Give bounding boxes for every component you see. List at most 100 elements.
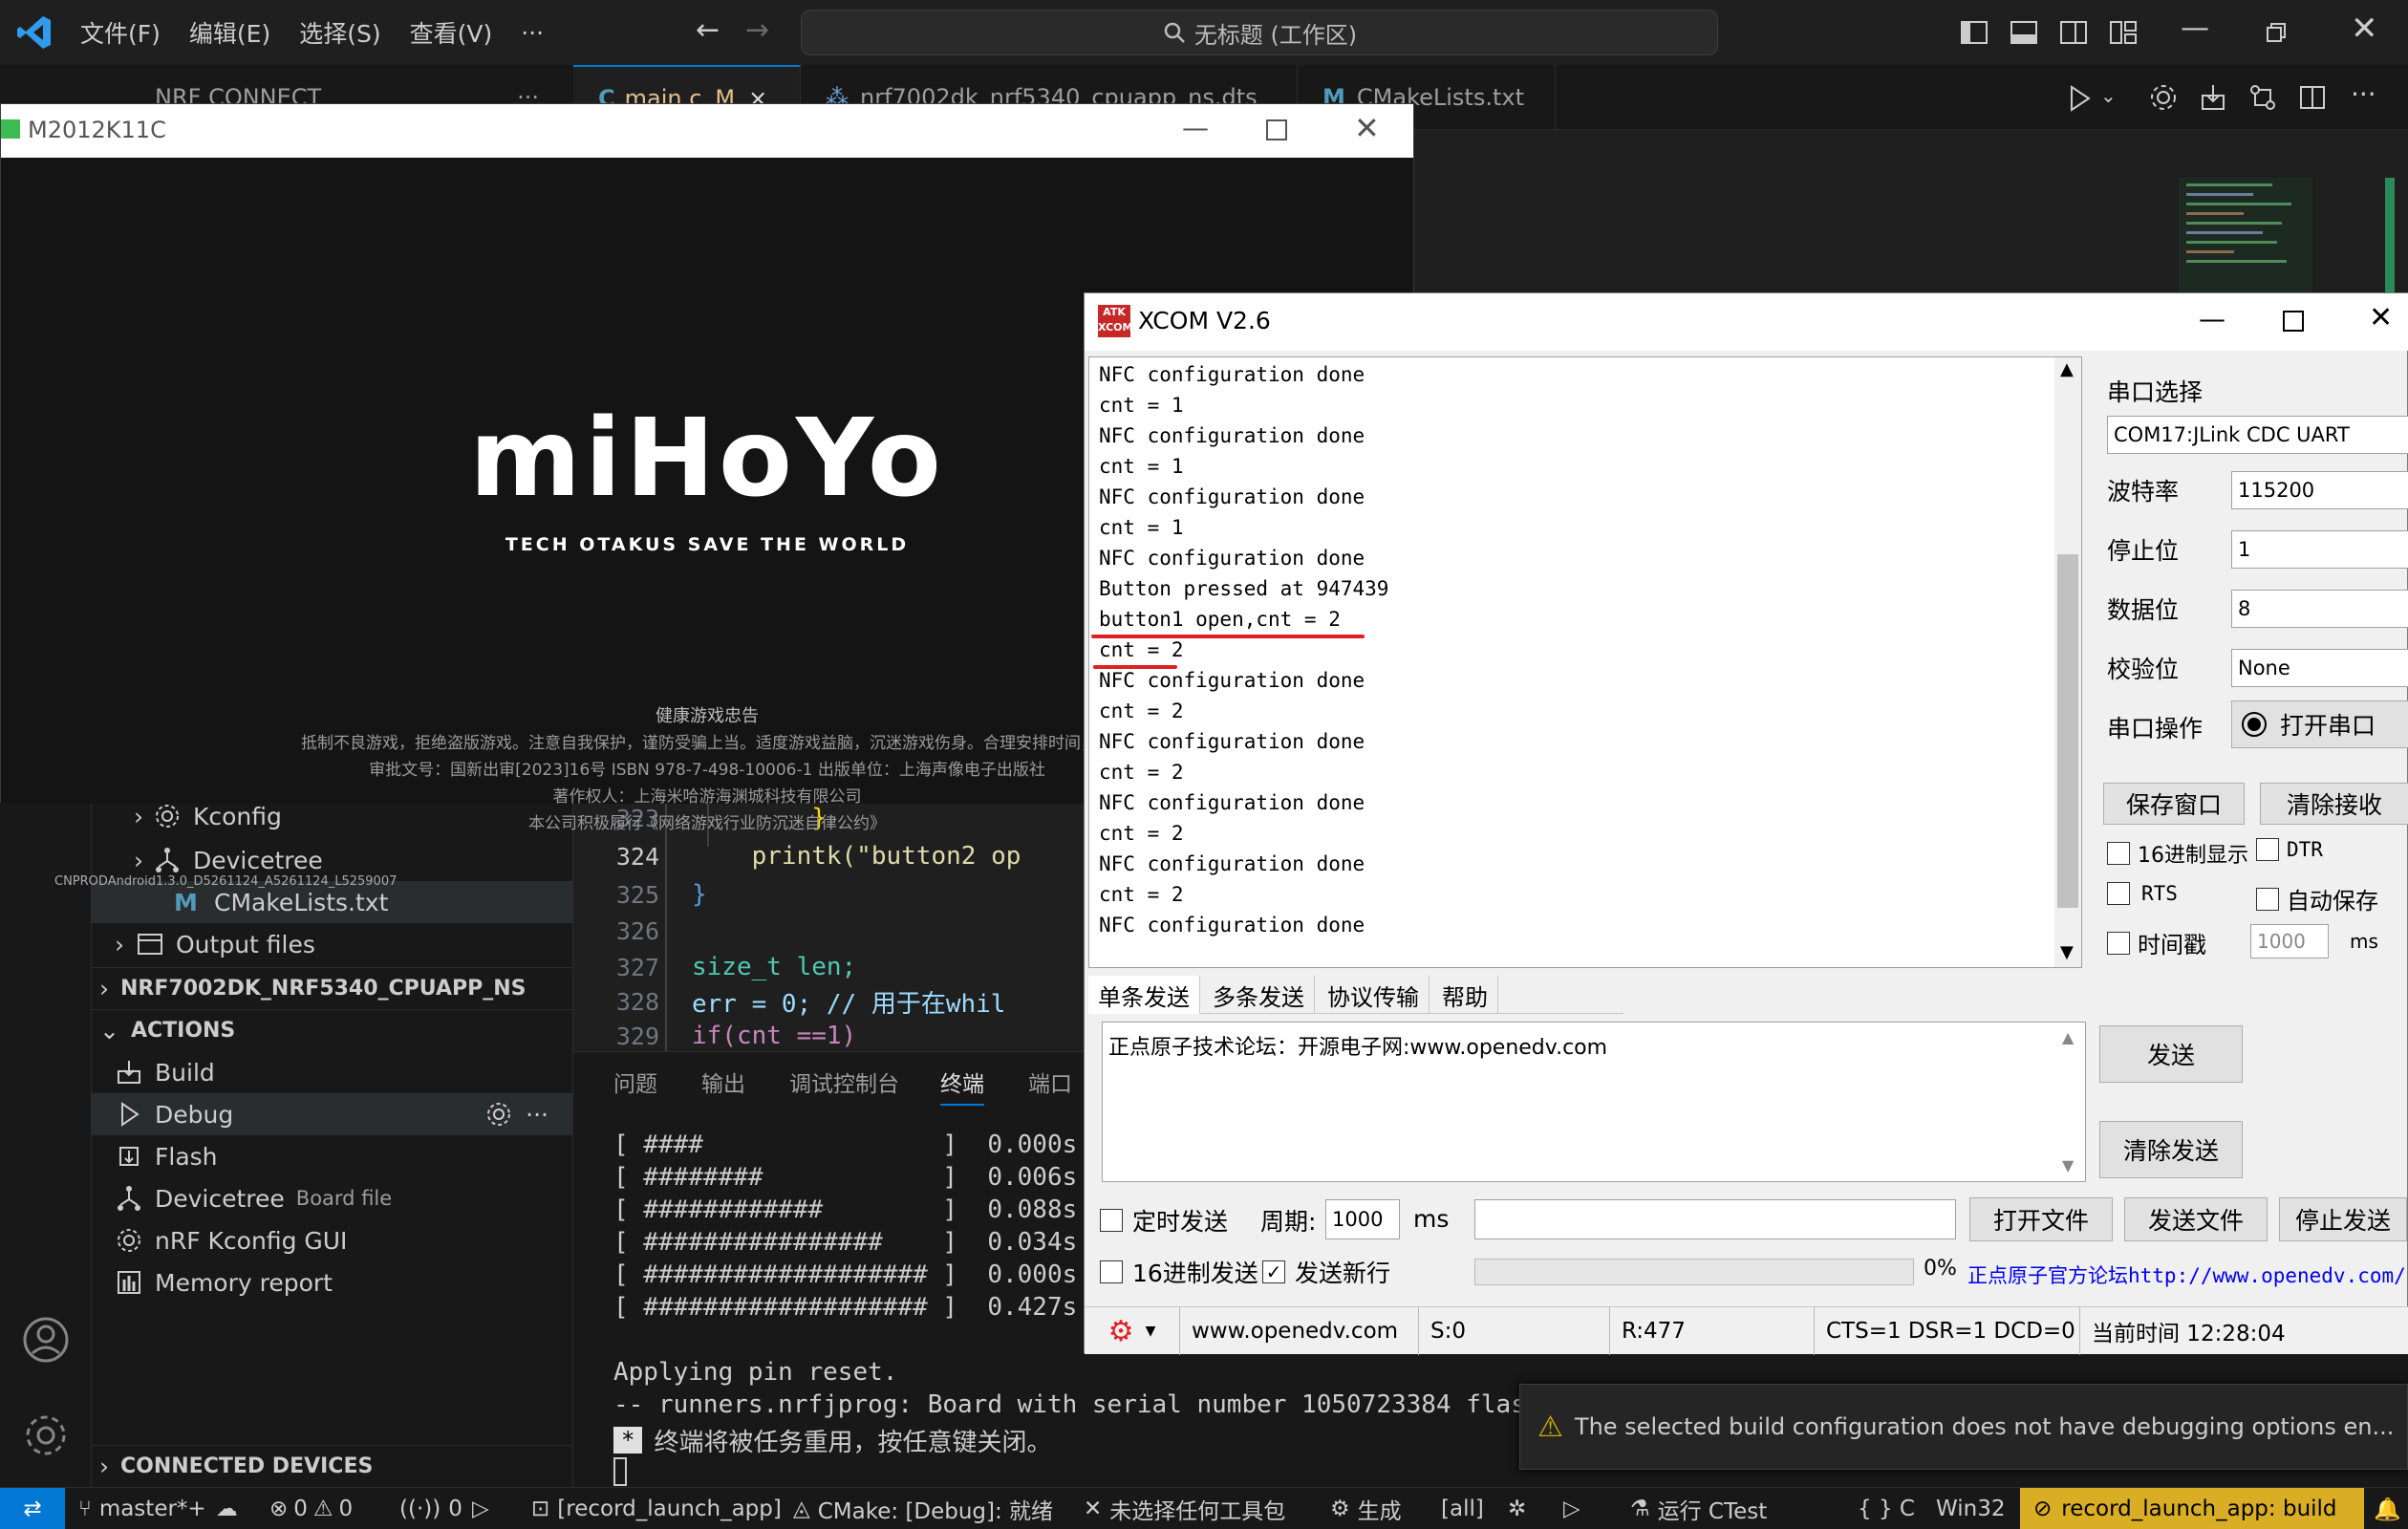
ports-status[interactable]: ((·)) 0 — [399, 1488, 462, 1529]
branch-status[interactable]: ⑂ master*+ ☁ — [78, 1488, 238, 1529]
language-status[interactable]: { } C — [1858, 1488, 1915, 1529]
restore-icon[interactable] — [2265, 21, 2288, 44]
menu-selection[interactable]: 选择(S) — [299, 15, 380, 50]
debug-settings-gear-icon[interactable] — [485, 1101, 512, 1128]
hex-send-checkbox[interactable]: 16进制发送 — [1100, 1255, 1258, 1289]
remote-indicator[interactable]: ⇄ — [0, 1488, 65, 1529]
account-icon[interactable] — [21, 1315, 71, 1365]
forum-link[interactable]: 正点原子官方论坛http://www.openedv.com/ — [1967, 1260, 2406, 1289]
tab-help[interactable]: 帮助 — [1432, 976, 1498, 1014]
manage-gear-icon[interactable] — [21, 1411, 71, 1460]
panel-tab-ports[interactable]: 端口 — [1028, 1066, 1072, 1098]
notification-bell-icon[interactable]: 🔔 — [2374, 1488, 2401, 1529]
baud-select[interactable]: 115200 — [2231, 471, 2408, 509]
scroll-up-icon[interactable]: ▲ — [2062, 1028, 2074, 1046]
panel-tab-terminal[interactable]: 终端 — [940, 1066, 984, 1106]
editor-more-icon[interactable]: ··· — [2351, 78, 2376, 110]
panel-tab-output[interactable]: 输出 — [701, 1066, 745, 1098]
command-center-search[interactable]: 无标题 (工作区) — [801, 10, 1718, 55]
split-editor-icon[interactable] — [2297, 82, 2328, 113]
send-file-button[interactable]: 发送文件 — [2124, 1197, 2268, 1241]
scroll-thumb[interactable] — [2057, 554, 2078, 908]
open-file-button[interactable]: 打开文件 — [1969, 1197, 2113, 1241]
receive-scrollbar[interactable]: ▲ ▼ — [2054, 357, 2081, 967]
file-path-input[interactable] — [1474, 1199, 1956, 1239]
problems-status[interactable]: ⊗ 0 ⚠ 0 — [269, 1488, 353, 1529]
hex-display-checkbox[interactable]: 16进制显示 — [2107, 838, 2248, 869]
port-select[interactable]: COM17:JLink CDC UART — [2107, 416, 2408, 454]
toggle-panel-icon[interactable] — [2007, 15, 2041, 50]
timed-send-checkbox[interactable]: 定时发送 — [1100, 1203, 1228, 1238]
build-status[interactable]: ⚙ 生成 — [1330, 1488, 1402, 1529]
minimize-icon[interactable]: — — [2181, 11, 2209, 45]
actions-section-header[interactable]: ⌄ ACTIONS — [92, 1009, 573, 1051]
dtr-checkbox[interactable]: DTR — [2256, 838, 2323, 861]
status-url[interactable]: www.openedv.com — [1180, 1307, 1419, 1355]
tab-multi-send[interactable]: 多条发送 — [1203, 976, 1315, 1014]
auto-save-checkbox[interactable]: 自动保存 — [2256, 882, 2378, 915]
menu-edit[interactable]: 编辑(E) — [189, 15, 270, 50]
action-flash[interactable]: Flash — [92, 1135, 573, 1177]
period-input[interactable]: 1000 — [1325, 1199, 1400, 1239]
clear-send-button[interactable]: 清除发送 — [2099, 1121, 2243, 1178]
debug-run-icon[interactable]: ▷ — [472, 1488, 489, 1529]
target-all-status[interactable]: [all] — [1441, 1488, 1484, 1529]
minimize-icon[interactable]: — — [2199, 303, 2225, 334]
menu-more[interactable]: ··· — [521, 19, 544, 47]
menu-view[interactable]: 查看(V) — [410, 15, 493, 50]
flash-icon[interactable] — [2198, 82, 2228, 113]
scroll-down-icon[interactable]: ▼ — [2060, 942, 2074, 962]
toggle-secondary-sidebar-icon[interactable] — [2056, 15, 2091, 50]
run-icon[interactable]: ▷ — [1563, 1488, 1580, 1529]
clear-receive-button[interactable]: 清除接收 — [2260, 783, 2408, 825]
sidebar-item-output-files[interactable]: › Output files — [92, 923, 573, 965]
timestamp-interval-input[interactable]: 1000 — [2250, 924, 2329, 958]
send-button[interactable]: 发送 — [2099, 1025, 2243, 1083]
platform-status[interactable]: Win32 — [1936, 1488, 2005, 1529]
notification-toast[interactable]: ⚠ The selected build configuration does … — [1519, 1384, 2408, 1470]
settings-gear-dropdown[interactable]: ⚙ ▼ — [1085, 1307, 1180, 1355]
timestamp-checkbox[interactable]: 时间戳 — [2107, 926, 2206, 959]
action-kconfig-gui[interactable]: nRF Kconfig GUI — [92, 1219, 573, 1261]
send-input[interactable]: 正点原子技术论坛：开源电子网:www.openedv.com ▲ ▼ — [1102, 1022, 2086, 1182]
task-status[interactable]: ⊘ record_launch_app: build — [2020, 1488, 2364, 1529]
scroll-up-icon[interactable]: ▲ — [2060, 359, 2074, 379]
kit-status[interactable]: ✕ 未选择任何工具包 — [1084, 1488, 1285, 1529]
toggle-sidebar-icon[interactable] — [1957, 15, 1991, 50]
gear-icon[interactable] — [2148, 82, 2179, 113]
run-debug-icon[interactable] — [2064, 82, 2096, 115]
tab-single-send[interactable]: 单条发送 — [1088, 976, 1200, 1014]
stop-send-button[interactable]: 停止发送 — [2279, 1197, 2407, 1241]
action-memory-report[interactable]: Memory report — [92, 1261, 573, 1303]
minimize-icon[interactable]: — — [1182, 112, 1209, 143]
minimap[interactable] — [2179, 178, 2312, 302]
receive-area[interactable]: NFC configuration done cnt = 1 NFC confi… — [1088, 356, 2082, 968]
maximize-icon[interactable] — [1266, 119, 1287, 140]
send-newline-checkbox[interactable]: ✓ 发送新行 — [1262, 1255, 1390, 1289]
close-window-icon[interactable]: ✕ — [2351, 10, 2378, 48]
maximize-icon[interactable] — [2283, 311, 2304, 332]
debug-more-icon[interactable]: ··· — [526, 1101, 548, 1129]
bug-icon[interactable]: ✲ — [1508, 1488, 1526, 1529]
action-build[interactable]: Build — [92, 1051, 573, 1093]
close-icon[interactable]: ✕ — [1354, 110, 1380, 146]
data-bits-select[interactable]: 8 — [2231, 590, 2408, 628]
launch-config-status[interactable]: ⊡ [record_launch_app] — [531, 1488, 782, 1529]
save-window-button[interactable]: 保存窗口 — [2103, 783, 2245, 825]
back-arrow-icon[interactable]: ← — [696, 13, 720, 47]
panel-tab-debug-console[interactable]: 调试控制台 — [789, 1066, 899, 1098]
rts-checkbox[interactable]: RTS — [2107, 882, 2178, 905]
connected-devices-header[interactable]: › CONNECTED DEVICES — [92, 1445, 573, 1487]
cmake-status[interactable]: ◬ CMake: [Debug]: 就绪 — [793, 1488, 1053, 1529]
parity-select[interactable]: None — [2231, 649, 2408, 687]
menu-file[interactable]: 文件(F) — [80, 15, 161, 50]
action-devicetree[interactable]: Devicetree Board file — [92, 1177, 573, 1219]
panel-tab-problems[interactable]: 问题 — [613, 1066, 657, 1098]
close-icon[interactable]: ✕ — [2369, 301, 2393, 334]
tab-protocol[interactable]: 协议传输 — [1318, 976, 1430, 1014]
board-section[interactable]: › NRF7002DK_NRF5340_CPUAPP_NS — [92, 967, 573, 1009]
ctest-status[interactable]: ⚗ 运行 CTest — [1630, 1488, 1767, 1529]
scroll-down-icon[interactable]: ▼ — [2062, 1156, 2074, 1174]
open-port-button[interactable]: 打开串口 — [2231, 700, 2408, 748]
customize-layout-icon[interactable] — [2106, 15, 2140, 50]
